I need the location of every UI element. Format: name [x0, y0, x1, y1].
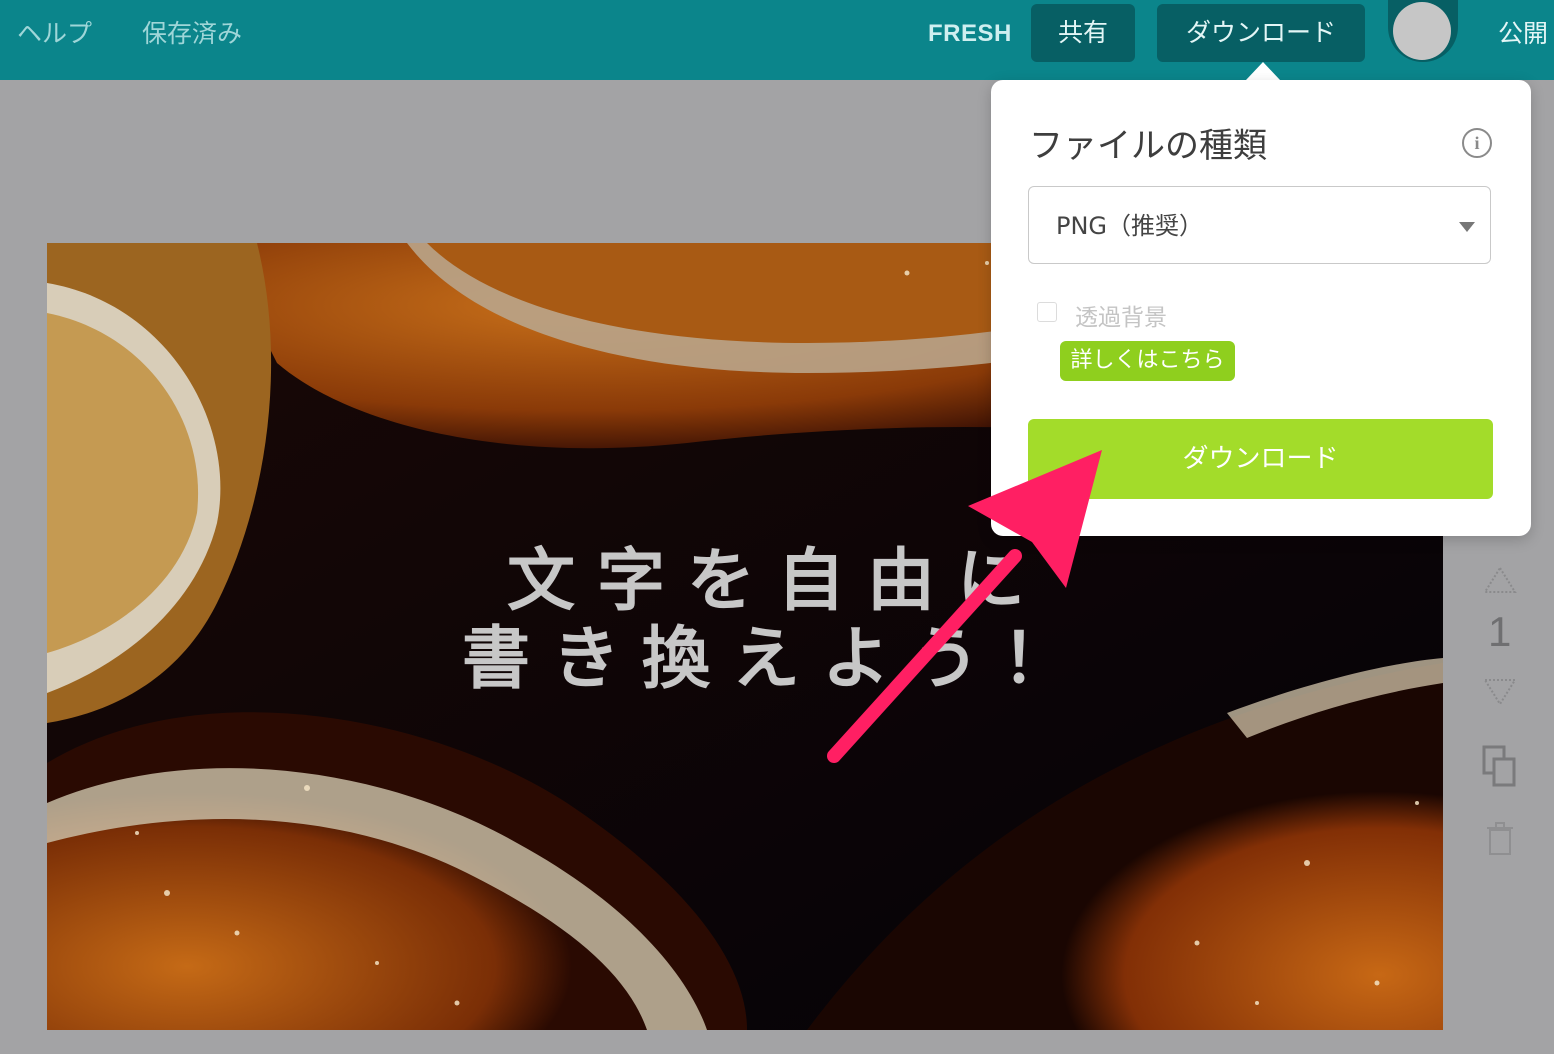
learn-more-badge[interactable]: 詳しくはこちら	[1060, 341, 1235, 381]
duplicate-page-icon[interactable]	[1482, 745, 1518, 787]
delete-page-icon[interactable]	[1486, 822, 1514, 856]
share-button[interactable]: 共有	[1031, 4, 1135, 62]
design-title[interactable]: FRESH	[928, 14, 1012, 54]
canvas-text-line-2[interactable]: 書き換えよう！	[47, 621, 1443, 699]
download-button[interactable]: ダウンロード	[1157, 4, 1365, 62]
download-confirm-button[interactable]: ダウンロード	[1028, 419, 1493, 499]
move-page-down-icon[interactable]	[1482, 678, 1518, 706]
publish-button[interactable]: 公開	[1498, 14, 1548, 54]
move-page-up-icon[interactable]	[1482, 566, 1518, 594]
chevron-down-icon	[1459, 222, 1475, 232]
avatar[interactable]	[1393, 2, 1451, 60]
saved-status: 保存済み	[142, 19, 243, 48]
page-number: 1	[1488, 608, 1512, 655]
file-type-select[interactable]: PNG（推奨）	[1028, 186, 1491, 264]
help-link[interactable]: ヘルプ	[17, 14, 92, 54]
dropdown-caret	[1246, 62, 1280, 80]
top-toolbar: ヘルプ 保存済み FRESH 共有 ダウンロード 公開	[0, 0, 1554, 80]
file-type-heading: ファイルの種類	[1029, 126, 1267, 166]
transparent-bg-label: 透過背景	[1075, 305, 1167, 331]
info-icon[interactable]: i	[1462, 128, 1492, 158]
file-type-value: PNG（推奨）	[1056, 212, 1204, 240]
canvas-text-line-1[interactable]: 文字を自由に	[47, 543, 1443, 621]
download-panel: ファイルの種類 i PNG（推奨） 透過背景 詳しくはこちら ダウンロード	[991, 80, 1531, 536]
transparent-bg-checkbox[interactable]	[1037, 302, 1057, 322]
